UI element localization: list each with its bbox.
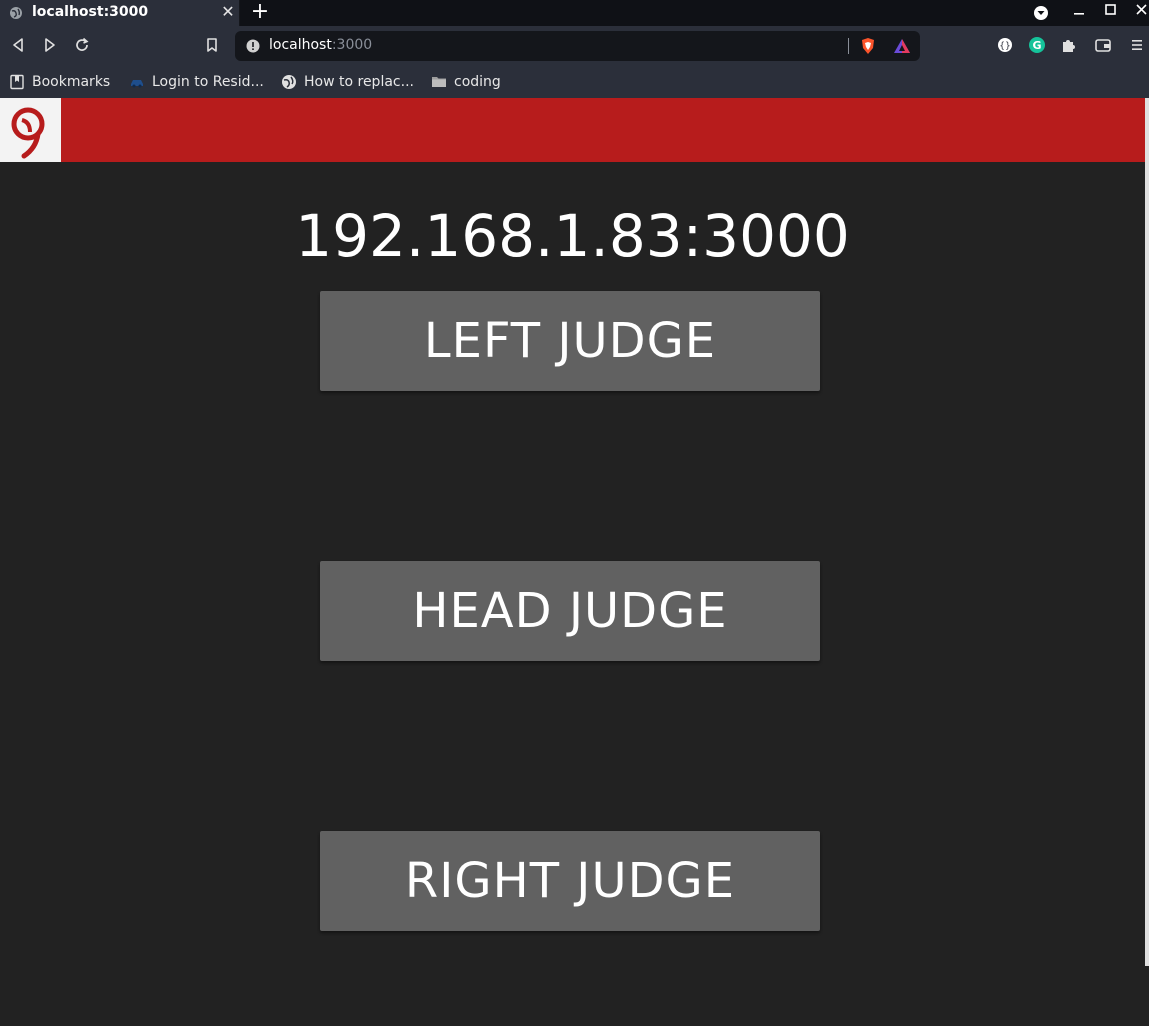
new-tab-button[interactable]: +	[250, 1, 270, 23]
page-viewport: 192.168.1.83:3000 LEFT JUDGE HEAD JUDGE …	[0, 98, 1145, 1026]
app-header	[0, 98, 1145, 162]
page-scrollbar[interactable]	[1145, 98, 1149, 966]
bookmark-folder-coding[interactable]: coding	[431, 66, 501, 98]
car-icon	[131, 80, 143, 88]
bookmark-page-icon[interactable]	[203, 36, 221, 54]
brave-shields-icon[interactable]	[859, 37, 877, 55]
bookmark-label: How to replac...	[304, 74, 414, 90]
maximize-icon[interactable]	[1099, 2, 1121, 22]
extension-icon[interactable]: {}	[996, 36, 1014, 54]
left-judge-button[interactable]: LEFT JUDGE	[320, 291, 820, 391]
tab-bar: localhost:3000 ✕ +	[0, 0, 1149, 26]
svg-text:{}: {}	[999, 42, 1010, 52]
folder-icon	[432, 77, 446, 87]
address-bar[interactable]: localhost:3000	[235, 31, 920, 61]
site-info-icon[interactable]	[246, 39, 260, 53]
url-text: localhost:3000	[269, 37, 372, 53]
grammarly-icon[interactable]: G	[1028, 36, 1046, 54]
tab-close-icon[interactable]: ✕	[220, 3, 236, 21]
nine-logo-icon	[11, 107, 45, 159]
forward-icon[interactable]	[41, 36, 59, 54]
bookmark-label: coding	[454, 74, 501, 90]
tab-title: localhost:3000	[32, 4, 149, 20]
menu-icon[interactable]	[1128, 36, 1146, 54]
bookmark-label: Bookmarks	[32, 74, 111, 90]
bookmark-how-to[interactable]: How to replac...	[281, 66, 414, 98]
close-window-icon[interactable]	[1131, 2, 1149, 22]
bookmark-label: Login to Resid...	[152, 74, 264, 90]
brave-rewards-icon[interactable]	[893, 37, 911, 55]
globe-icon	[282, 75, 296, 89]
back-icon[interactable]	[9, 36, 27, 54]
server-address: 192.168.1.83:3000	[295, 202, 850, 270]
right-judge-button[interactable]: RIGHT JUDGE	[320, 831, 820, 931]
url-host: localhost	[269, 37, 332, 53]
browser-tab[interactable]: localhost:3000 ✕	[0, 0, 240, 26]
bookmarks-bar: Bookmarks Login to Resid... How to repla…	[0, 66, 1149, 98]
bookmark-login[interactable]: Login to Resid...	[129, 66, 264, 98]
bookmarks-icon	[10, 74, 24, 90]
bookmarks-menu[interactable]: Bookmarks	[9, 66, 110, 98]
head-judge-button[interactable]: HEAD JUDGE	[320, 561, 820, 661]
url-port: :3000	[331, 37, 373, 53]
wallet-icon[interactable]	[1094, 36, 1112, 54]
logo[interactable]	[0, 98, 61, 162]
address-divider	[848, 38, 849, 54]
svg-text:G: G	[1032, 39, 1041, 52]
profile-dropdown-icon[interactable]	[1030, 2, 1052, 22]
minimize-icon[interactable]	[1068, 2, 1090, 22]
browser-toolbar: localhost:3000 {} G	[0, 26, 1149, 66]
globe-icon	[10, 7, 22, 19]
extensions-puzzle-icon[interactable]	[1060, 36, 1078, 54]
reload-icon[interactable]	[73, 36, 91, 54]
